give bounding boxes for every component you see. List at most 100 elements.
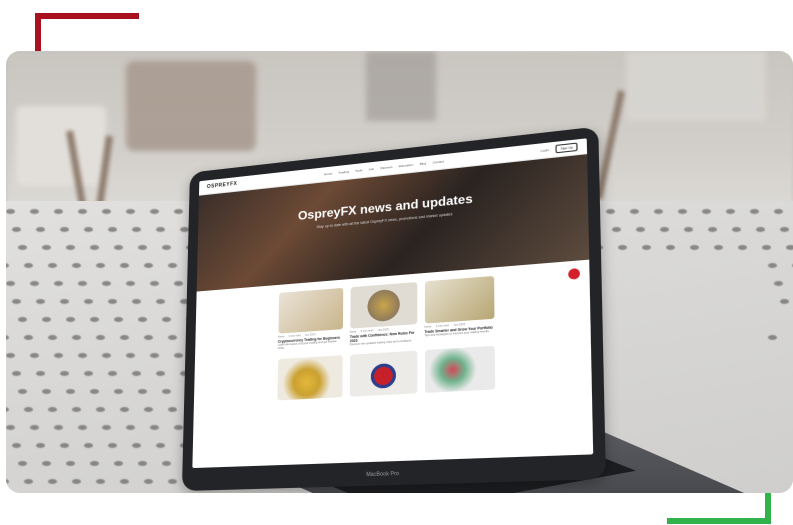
table-hole — [108, 299, 117, 304]
table-hole — [114, 317, 123, 322]
news-card[interactable] — [424, 345, 495, 393]
table-hole — [120, 263, 129, 268]
table-hole — [654, 209, 663, 214]
table-hole — [678, 209, 687, 214]
hearts-icon — [424, 345, 495, 393]
table-hole — [66, 317, 75, 322]
table-hole — [24, 479, 33, 484]
table-hole — [162, 461, 171, 466]
table-hole — [60, 371, 69, 376]
table-hole — [168, 335, 177, 340]
table-hole — [168, 479, 177, 484]
table-hole — [684, 227, 693, 232]
card-tag: News — [349, 330, 357, 334]
news-card[interactable]: News 5 min read Jun 2023 Trade with Confid… — [350, 282, 417, 346]
table-hole — [78, 209, 87, 214]
chess-icon — [277, 287, 343, 334]
nav-link[interactable]: Tools — [355, 168, 362, 173]
table-hole — [762, 245, 771, 250]
table-hole — [780, 227, 789, 232]
table-hole — [90, 461, 99, 466]
table-hole — [66, 461, 75, 466]
table-hole — [24, 407, 33, 412]
background-chair-left — [16, 106, 106, 186]
table-hole — [48, 407, 57, 412]
table-hole — [6, 407, 9, 412]
background-chair-right — [626, 51, 766, 121]
table-hole — [96, 407, 105, 412]
table-hole — [630, 209, 639, 214]
table-hole — [114, 461, 123, 466]
table-hole — [774, 281, 783, 286]
table-hole — [126, 425, 135, 430]
table-hole — [84, 227, 93, 232]
card-tag: News — [424, 325, 432, 329]
table-hole — [690, 245, 699, 250]
corner-accent-red — [35, 13, 139, 19]
laptop-brand-label: MacBook Pro — [366, 470, 400, 479]
table-hole — [6, 353, 15, 358]
site-logo[interactable]: OSPREYFX — [207, 181, 238, 190]
table-hole — [42, 245, 51, 250]
table-hole — [90, 317, 99, 322]
no-sign-icon — [349, 282, 417, 329]
table-hole — [606, 209, 615, 214]
news-card[interactable] — [349, 350, 417, 397]
table-hole — [768, 263, 777, 268]
table-hole — [102, 209, 111, 214]
table-hole — [6, 479, 9, 484]
table-hole — [150, 281, 159, 286]
nav-link[interactable]: Home — [324, 171, 332, 176]
table-hole — [12, 443, 21, 448]
table-hole — [12, 371, 21, 376]
table-hole — [174, 353, 183, 358]
nav-link[interactable]: Partners — [380, 165, 392, 170]
laptop-photo: OSPREYFX Home Trading Tools Info Partner… — [6, 51, 793, 493]
table-hole — [144, 407, 153, 412]
table-hole — [30, 353, 39, 358]
news-card[interactable] — [276, 355, 343, 401]
table-hole — [18, 317, 27, 322]
table-hole — [48, 263, 57, 268]
nav-link[interactable]: Trading — [338, 170, 348, 175]
table-hole — [18, 389, 27, 394]
table-hole — [6, 425, 15, 430]
laptop-screen: OSPREYFX Home Trading Tools Info Partner… — [181, 126, 606, 492]
news-card[interactable]: News 3 min read Jun 2023 Cryptocurrency Tr… — [277, 287, 343, 351]
table-hole — [660, 227, 669, 232]
table-hole — [30, 281, 39, 286]
table-hole — [48, 479, 57, 484]
card-tag: News — [277, 335, 285, 339]
table-hole — [132, 371, 141, 376]
table-hole — [90, 389, 99, 394]
table-hole — [144, 479, 153, 484]
website-display: OSPREYFX Home Trading Tools Info Partner… — [192, 138, 594, 469]
nav-link[interactable]: Info — [369, 167, 374, 172]
table-hole — [774, 209, 783, 214]
table-hole — [72, 479, 81, 484]
nav-link[interactable]: Education — [399, 163, 413, 169]
table-hole — [54, 281, 63, 286]
nav-link[interactable]: Contact — [433, 159, 444, 164]
table-hole — [144, 263, 153, 268]
table-hole — [96, 335, 105, 340]
table-hole — [132, 299, 141, 304]
target-icon — [424, 275, 494, 324]
nav-link[interactable]: Blog — [420, 161, 427, 166]
signup-button[interactable]: Sign Up — [555, 142, 578, 154]
table-hole — [156, 227, 165, 232]
table-hole — [612, 227, 621, 232]
table-hole — [780, 299, 789, 304]
news-card[interactable]: News 4 min read Jun 2023 Trade Smarter and… — [424, 275, 494, 342]
table-hole — [150, 209, 159, 214]
table-hole — [30, 209, 39, 214]
table-hole — [126, 209, 135, 214]
table-hole — [42, 317, 51, 322]
table-hole — [54, 425, 63, 430]
coins-icon — [276, 355, 343, 401]
table-hole — [738, 245, 747, 250]
table-hole — [66, 245, 75, 250]
login-link[interactable]: Login — [540, 148, 549, 153]
table-hole — [36, 371, 45, 376]
background-table — [126, 61, 256, 151]
